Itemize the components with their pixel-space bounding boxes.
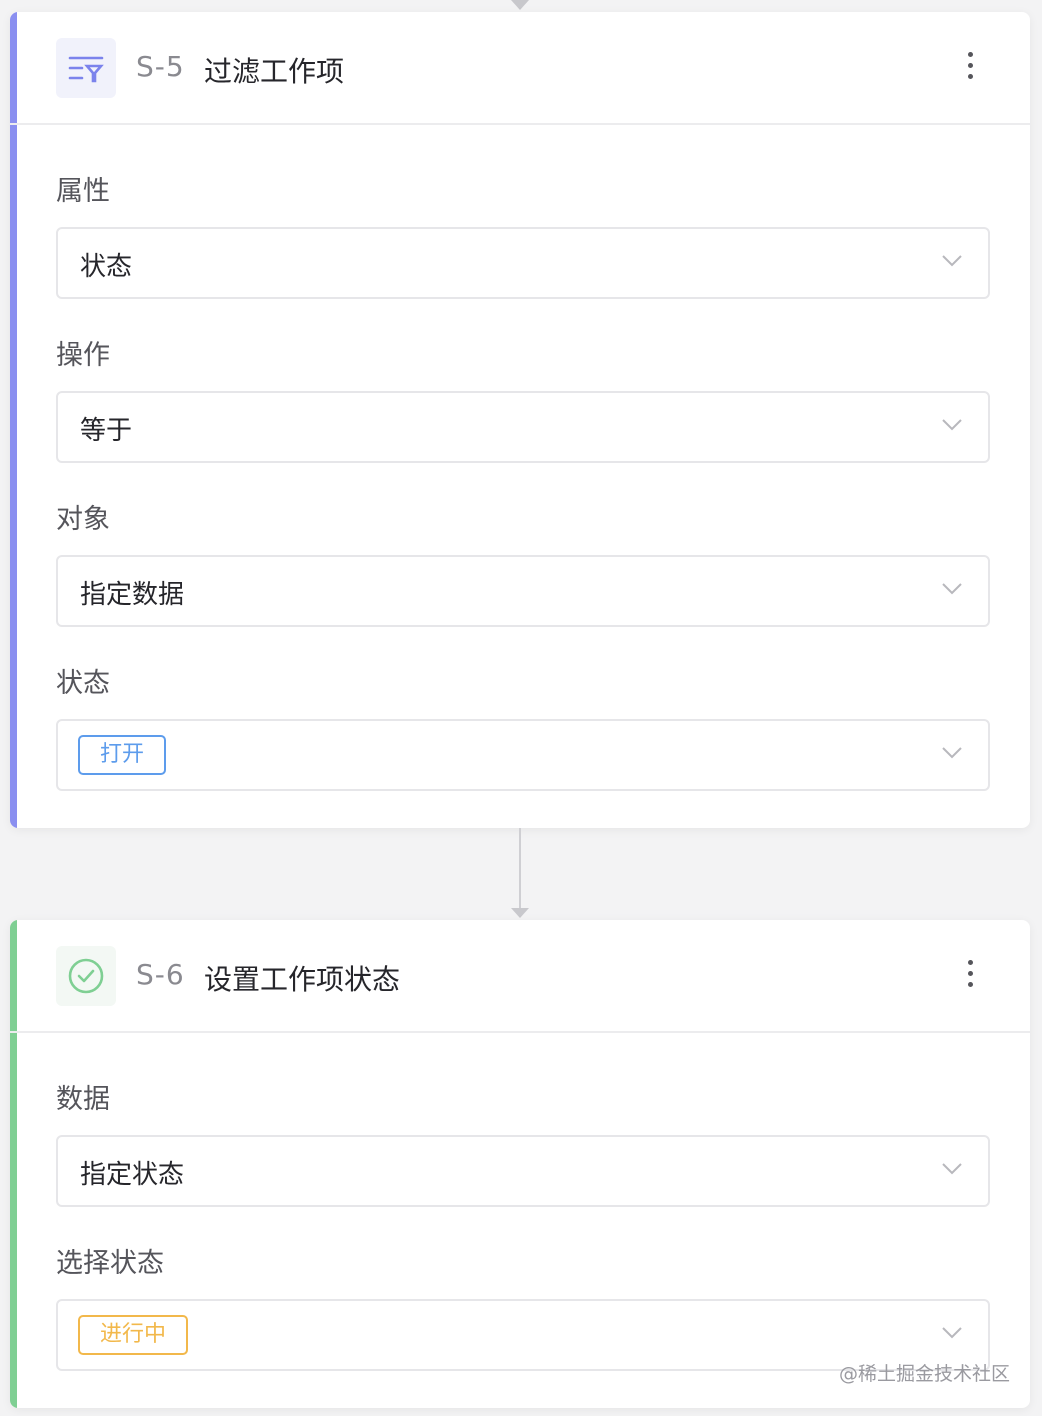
step-id: S-5 (136, 50, 185, 83)
step-card-s5: S-5 过滤工作项 属性 状态 操作 等于 对象 指定数据 状态 打开 (10, 12, 1030, 828)
chevron-down-icon (942, 419, 962, 431)
connector-arrow-top (511, 0, 529, 10)
select-value: 等于 (80, 416, 133, 446)
status-tag-in-progress[interactable]: 进行中 (78, 1315, 189, 1355)
filter-list-icon (56, 38, 116, 98)
step-title: 过滤工作项 (204, 55, 345, 88)
more-options-icon[interactable] (962, 960, 978, 994)
step-card-s6: S-6 设置工作项状态 数据 指定状态 选择状态 进行中 (10, 920, 1030, 1408)
step-title: 设置工作项状态 (204, 963, 401, 996)
watermark: @稀土掘金技术社区 (838, 1363, 1010, 1385)
connector-arrow (511, 908, 529, 918)
field-label-operation: 操作 (56, 340, 110, 371)
step-id: S-6 (136, 958, 185, 991)
operation-select[interactable]: 等于 (56, 391, 990, 463)
check-circle-icon (56, 946, 116, 1006)
field-label-select-status: 选择状态 (56, 1248, 164, 1279)
field-label-target: 对象 (56, 504, 110, 535)
select-value: 指定数据 (80, 580, 185, 610)
attribute-select[interactable]: 状态 (56, 227, 990, 299)
field-label-attribute: 属性 (56, 176, 110, 207)
chevron-down-icon (942, 1327, 962, 1339)
target-select[interactable]: 指定数据 (56, 555, 990, 627)
data-select[interactable]: 指定状态 (56, 1135, 990, 1207)
card-header: S-6 设置工作项状态 (10, 920, 1030, 1033)
field-label-status: 状态 (56, 668, 110, 699)
select-value: 指定状态 (80, 1160, 185, 1190)
status-select[interactable]: 打开 (56, 719, 990, 791)
field-label-data: 数据 (56, 1084, 110, 1115)
card-accent-bar (10, 12, 17, 828)
chevron-down-icon (942, 583, 962, 595)
select-value: 状态 (80, 252, 133, 282)
more-options-icon[interactable] (962, 52, 978, 86)
card-header: S-5 过滤工作项 (10, 12, 1030, 125)
status-tag-open[interactable]: 打开 (78, 735, 167, 775)
chevron-down-icon (942, 747, 962, 759)
chevron-down-icon (942, 1163, 962, 1175)
flow-connector-line (519, 828, 521, 910)
chevron-down-icon (942, 255, 962, 267)
